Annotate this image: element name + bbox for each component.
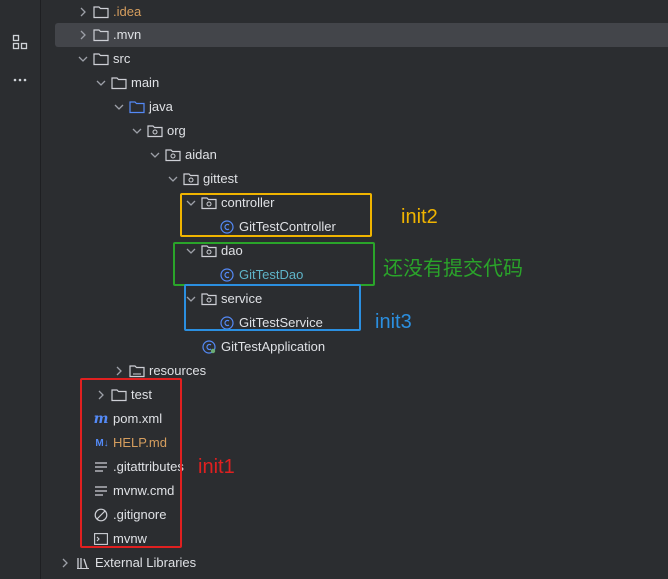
tree-item-label: java <box>149 99 173 114</box>
chevron-right-icon[interactable] <box>75 27 91 43</box>
tree-item-label: aidan <box>185 147 217 162</box>
folder-icon <box>93 27 109 43</box>
chevron-right-icon[interactable] <box>111 363 127 379</box>
tree-item-mvn[interactable]: .mvn <box>55 23 668 47</box>
project-tool-window: .idea .mvn src main java org aidan gitte… <box>0 0 668 579</box>
tree-item-main[interactable]: main <box>55 71 668 95</box>
tree-item-label: GitTestApplication <box>221 339 326 354</box>
tree-item-gittest[interactable]: gittest <box>55 167 668 191</box>
left-tool-strip <box>0 0 41 579</box>
chevron-down-icon[interactable] <box>93 75 109 91</box>
chevron-down-icon[interactable] <box>147 147 163 163</box>
structure-icon[interactable] <box>10 32 30 52</box>
more-icon[interactable] <box>10 70 30 90</box>
tree-item-org[interactable]: org <box>55 119 668 143</box>
tree-item-label: src <box>113 51 131 66</box>
source-folder-icon <box>129 99 145 115</box>
chevron-down-icon[interactable] <box>165 171 181 187</box>
annotation-init2: init2 <box>401 206 438 228</box>
tree-item-label: resources <box>149 363 207 378</box>
package-icon <box>165 147 181 163</box>
tree-item-idea[interactable]: .idea <box>55 0 668 24</box>
library-icon <box>75 555 91 571</box>
project-tree: .idea .mvn src main java org aidan gitte… <box>41 0 668 579</box>
resources-folder-icon <box>129 363 145 379</box>
folder-icon <box>111 75 127 91</box>
tree-item-external-libraries[interactable]: External Libraries <box>55 551 663 575</box>
tree-item-git-test-application[interactable]: GitTestApplication <box>55 335 668 359</box>
annotation-not-committed: 还没有提交代码 <box>383 258 523 280</box>
chevron-right-icon[interactable] <box>57 555 73 571</box>
spring-class-icon <box>201 339 217 355</box>
tree-item-label: .idea <box>113 4 142 19</box>
chevron-down-icon[interactable] <box>111 99 127 115</box>
chevron-right-icon[interactable] <box>75 4 91 20</box>
tree-item-label: main <box>131 75 160 90</box>
folder-icon <box>93 51 109 67</box>
tree-item-src[interactable]: src <box>55 47 668 71</box>
tree-item-label: gittest <box>203 171 238 186</box>
tree-item-label: External Libraries <box>95 555 197 570</box>
chevron-down-icon[interactable] <box>129 123 145 139</box>
chevron-down-icon[interactable] <box>75 51 91 67</box>
tree-item-label: org <box>167 123 186 138</box>
highlight-box-uncommitted <box>173 242 375 286</box>
tree-item-java[interactable]: java <box>55 95 668 119</box>
tree-item-service[interactable]: service <box>55 287 668 311</box>
annotation-init3: init3 <box>375 311 412 333</box>
package-icon <box>183 171 199 187</box>
package-icon <box>147 123 163 139</box>
highlight-box-init2 <box>180 193 372 237</box>
highlight-box-init3 <box>184 284 361 331</box>
tree-item-aidan[interactable]: aidan <box>55 143 668 167</box>
highlight-box-init1 <box>80 378 182 548</box>
tree-item-git-test-service[interactable]: GitTestService <box>55 311 668 335</box>
folder-icon <box>93 4 109 20</box>
annotation-init1: init1 <box>198 456 235 478</box>
tree-item-label: .mvn <box>113 27 142 42</box>
